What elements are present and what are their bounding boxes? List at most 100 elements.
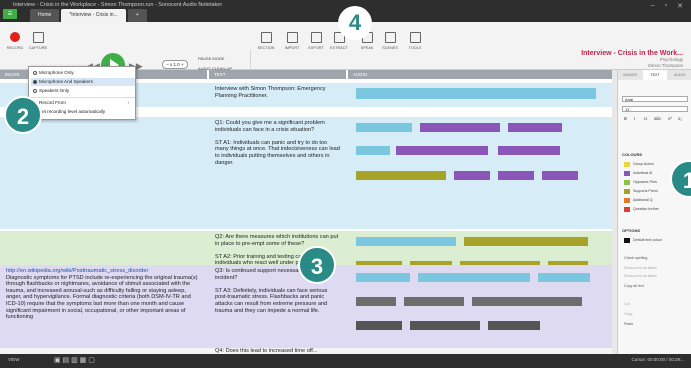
app-menu-button[interactable]: ☰ [3, 9, 17, 19]
audio-cell[interactable] [348, 83, 612, 107]
column-header-audio[interactable]: AUDIO [348, 70, 612, 79]
colours-header[interactable]: COLOURS [622, 152, 642, 157]
audio-cell[interactable] [348, 265, 612, 350]
view-mode-icons[interactable]: ▣ ▤ ▥ ▦ ▢ [54, 356, 95, 364]
section-icon [260, 32, 272, 43]
audio-chunk[interactable] [404, 297, 464, 306]
extract-slides-item-2[interactable]: Extract text as slides [624, 274, 657, 278]
options-header[interactable]: OPTIONS [622, 228, 640, 233]
option-speakers-only[interactable]: Speakers Only [31, 87, 135, 95]
record-from-submenu[interactable]: Record From › [31, 99, 135, 107]
wikipedia-link[interactable]: http://en.wikipedia.org/wiki/Posttraumat… [6, 268, 148, 274]
default-text-colour[interactable]: Default text colour [633, 238, 662, 242]
option-microphone-only[interactable]: Microphone Only [31, 69, 135, 77]
import-icon [286, 32, 298, 43]
minimize-button[interactable]: – [651, 2, 655, 10]
audio-chunk[interactable] [538, 273, 590, 282]
export-button[interactable]: EXPORT [306, 32, 326, 50]
colour-swatch[interactable] [624, 171, 630, 176]
window-title: Interview - Crisis in the Workplace - Si… [13, 2, 223, 8]
audio-chunk[interactable] [542, 171, 578, 180]
record-button[interactable]: RECORD [6, 32, 24, 50]
tab-audio[interactable]: AUDIO [667, 70, 691, 80]
scenes-icon [384, 32, 396, 43]
colour-label[interactable]: Question further [633, 207, 659, 211]
section-button[interactable]: SECTION [256, 32, 276, 50]
scenes-button[interactable]: SCENES [380, 32, 400, 50]
maximize-button[interactable]: ▫ [665, 2, 667, 10]
callout-2: 2 [4, 96, 42, 134]
auto-level-option[interactable]: Set recording level automatically [31, 108, 135, 116]
underline-button[interactable]: U [644, 116, 647, 121]
audio-chunk[interactable] [356, 171, 446, 180]
tab-home[interactable]: Home [30, 9, 60, 22]
close-button[interactable]: ✕ [677, 2, 683, 10]
add-tab-button[interactable]: + [127, 9, 147, 22]
colour-label[interactable]: Additional Q [633, 198, 653, 202]
radio-icon [33, 89, 37, 93]
document-title[interactable]: Interview - Crisis in the Work... [581, 50, 683, 57]
colour-swatch[interactable] [624, 198, 630, 203]
italic-button[interactable]: I [634, 116, 635, 121]
font-family-select[interactable]: Arial [622, 96, 688, 102]
copy-item[interactable]: Copy [624, 312, 632, 316]
default-colour-swatch[interactable] [624, 238, 630, 243]
subscript-button[interactable]: x₂ [678, 116, 682, 121]
image-cell[interactable]: http://en.wikipedia.org/wiki/Posttraumat… [0, 265, 207, 350]
audio-chunk[interactable] [410, 321, 480, 330]
superscript-button[interactable]: x² [668, 116, 672, 121]
audio-chunk[interactable] [472, 297, 582, 306]
audio-chunk[interactable] [356, 88, 596, 99]
colour-swatch[interactable] [624, 180, 630, 185]
audio-chunk[interactable] [396, 146, 488, 155]
capture-button[interactable]: CAPTURE [28, 32, 48, 50]
text-cell[interactable]: Interview with Simon Thompson: Emergency… [209, 83, 346, 107]
audio-chunk[interactable] [464, 237, 588, 246]
tab-text[interactable]: TEXT [642, 70, 668, 80]
view-label[interactable]: VIEW [8, 357, 20, 362]
tools-button[interactable]: TOOLS [405, 32, 425, 50]
export-icon [310, 32, 322, 43]
check-spelling-item[interactable]: Check spelling [624, 256, 647, 260]
bold-button[interactable]: B [624, 116, 627, 121]
extract-slides-item[interactable]: Extract text as slides [624, 266, 657, 270]
audio-chunk[interactable] [418, 273, 530, 282]
audio-chunk[interactable] [356, 146, 390, 155]
status-bar: VIEW ▣ ▤ ▥ ▦ ▢ Cursor: 00:00:00 / 00:29:… [0, 354, 691, 368]
tab-interview[interactable]: *Interview - Crisis in... [61, 9, 126, 22]
tab-images[interactable]: IMAGES [618, 70, 643, 80]
colour-label[interactable]: Individual AI [633, 171, 652, 175]
colour-label[interactable]: Group Action [633, 162, 654, 166]
font-size-select[interactable]: 12 [622, 106, 688, 112]
colour-label[interactable]: Opposers Pres [633, 180, 657, 184]
cut-item[interactable]: Cut [624, 302, 630, 306]
table-row[interactable]: Q1: Could you give me a significant prob… [0, 117, 612, 229]
colour-swatch[interactable] [624, 207, 630, 212]
audio-chunk[interactable] [508, 123, 562, 132]
colour-swatch[interactable] [624, 189, 630, 194]
copy-all-text-item[interactable]: Copy all text [624, 284, 644, 288]
playback-speed[interactable]: – x 1.0 + [162, 60, 188, 69]
option-microphone-and-speakers[interactable]: Microphone And Speakers [31, 78, 135, 86]
audio-chunk[interactable] [356, 123, 412, 132]
import-button[interactable]: IMPORT [282, 32, 302, 50]
audio-chunk[interactable] [356, 273, 410, 282]
colour-swatch[interactable] [624, 162, 630, 167]
document-tabs: Home *Interview - Crisis in... + [30, 9, 147, 22]
text-cell[interactable]: Q1: Could you give me a significant prob… [209, 117, 346, 229]
audio-chunk[interactable] [356, 237, 456, 246]
audio-chunk[interactable] [498, 146, 560, 155]
paste-item[interactable]: Paste [624, 322, 633, 326]
column-header-text[interactable]: TEXT [209, 70, 346, 79]
audio-chunk[interactable] [488, 321, 540, 330]
audio-chunk[interactable] [356, 321, 402, 330]
audio-cell[interactable] [348, 117, 612, 229]
audio-chunk[interactable] [454, 171, 490, 180]
audio-chunk[interactable] [498, 171, 534, 180]
audio-chunk[interactable] [356, 297, 396, 306]
strikethrough-button[interactable]: abc [654, 116, 661, 121]
colour-label[interactable]: Supports Premi [633, 189, 658, 193]
pause-mode-toggle[interactable]: PAUSE MODE [198, 56, 224, 61]
chevron-right-icon: › [127, 100, 129, 105]
audio-chunk[interactable] [420, 123, 500, 132]
